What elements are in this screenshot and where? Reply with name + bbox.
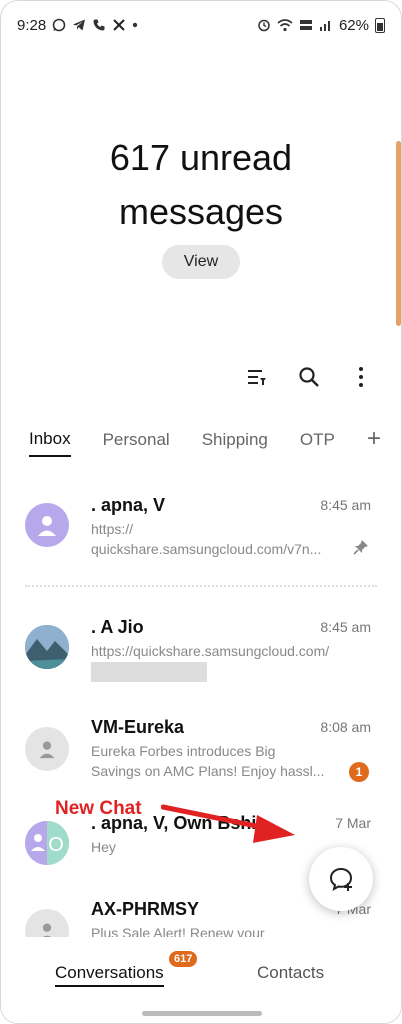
pin-icon xyxy=(353,539,369,558)
message-preview: https://quickshare.samsungcloud.com/ xyxy=(91,643,330,659)
home-indicator[interactable] xyxy=(142,1011,262,1016)
message-time: 8:08 am xyxy=(320,719,371,735)
contact-name: AX-PHRMSY xyxy=(91,899,200,919)
redacted-preview xyxy=(91,661,349,683)
message-preview: https:// xyxy=(91,521,134,537)
search-icon[interactable] xyxy=(297,365,321,389)
more-icon[interactable] xyxy=(349,365,373,389)
phone-icon xyxy=(92,18,106,32)
landscape-photo-icon xyxy=(25,625,69,669)
whatsapp-icon xyxy=(52,18,66,32)
conversations-badge: 617 xyxy=(169,951,198,967)
toolbar xyxy=(245,365,373,389)
signal-icon xyxy=(319,18,333,32)
contact-name: . A Jio xyxy=(91,617,144,637)
group-icon: O xyxy=(25,821,69,865)
person-icon xyxy=(38,516,56,536)
conversation-row[interactable]: . apna, V 8:45 am https:// quickshare.sa… xyxy=(1,483,401,587)
conversation-row[interactable]: . A Jio 8:45 am https://quickshare.samsu… xyxy=(1,605,401,705)
nav-contacts[interactable]: Contacts xyxy=(257,963,324,983)
x-icon xyxy=(112,18,126,32)
annotation-arrow-icon xyxy=(161,804,295,843)
lte-icon xyxy=(299,18,313,32)
tab-inbox[interactable]: Inbox xyxy=(29,429,71,457)
view-button[interactable]: View xyxy=(161,245,241,279)
message-time: 8:45 am xyxy=(320,497,371,513)
avatar xyxy=(25,503,69,547)
person-icon xyxy=(39,741,55,759)
message-preview-line2: Savings on AMC Plans! Enjoy hassl... xyxy=(91,763,325,779)
contact-name: VM-Eureka xyxy=(91,717,185,737)
status-left: 9:28 xyxy=(17,17,138,34)
avatar xyxy=(25,909,69,937)
unread-title: 617 unread messages xyxy=(109,137,293,232)
battery-percent: 62% xyxy=(338,16,369,34)
tab-shipping[interactable]: Shipping xyxy=(202,430,268,456)
status-bar: 9:28 62% xyxy=(1,1,401,49)
telegram-icon xyxy=(72,18,86,32)
phone-frame: 9:28 62% 617 unread messages View Inbox … xyxy=(0,0,402,1024)
status-time: 9:28 xyxy=(17,16,47,34)
message-preview: Plus Sale Alert! Renew vour xyxy=(91,925,265,937)
alarm-icon xyxy=(257,18,271,32)
avatar xyxy=(25,727,69,771)
person-icon xyxy=(42,923,52,937)
message-time: 7 Mar xyxy=(335,815,371,831)
category-tabs: Inbox Personal Shipping OTP + xyxy=(29,425,391,457)
add-category-button[interactable]: + xyxy=(367,425,381,453)
tab-otp[interactable]: OTP xyxy=(300,430,335,456)
conversation-row[interactable]: VM-Eureka 8:08 am Eureka Forbes introduc… xyxy=(1,705,401,805)
wifi-icon xyxy=(277,18,293,32)
unread-summary: 617 unread messages View xyxy=(1,131,401,279)
notification-dot-icon xyxy=(132,22,138,28)
message-preview-line2: quickshare.samsungcloud.com/v7n... xyxy=(91,541,322,557)
filter-icon[interactable] xyxy=(245,365,269,389)
message-time: 8:45 am xyxy=(320,619,371,635)
message-preview: Eureka Forbes introduces Big xyxy=(91,743,276,759)
status-right: 62% xyxy=(257,17,385,34)
new-chat-button[interactable] xyxy=(309,847,373,911)
nav-conversations[interactable]: Conversations xyxy=(55,963,164,987)
group-avatar: O xyxy=(25,821,69,865)
tab-personal[interactable]: Personal xyxy=(103,430,170,456)
battery-icon xyxy=(375,17,385,33)
unread-count-badge: 1 xyxy=(349,762,369,782)
contact-name: . apna, V xyxy=(91,495,166,515)
redaction-block xyxy=(91,662,207,683)
pinned-divider xyxy=(25,585,377,587)
svg-text:O: O xyxy=(48,834,64,856)
new-chat-annotation: New Chat xyxy=(55,798,142,819)
avatar xyxy=(25,625,69,669)
new-chat-icon xyxy=(329,867,353,891)
